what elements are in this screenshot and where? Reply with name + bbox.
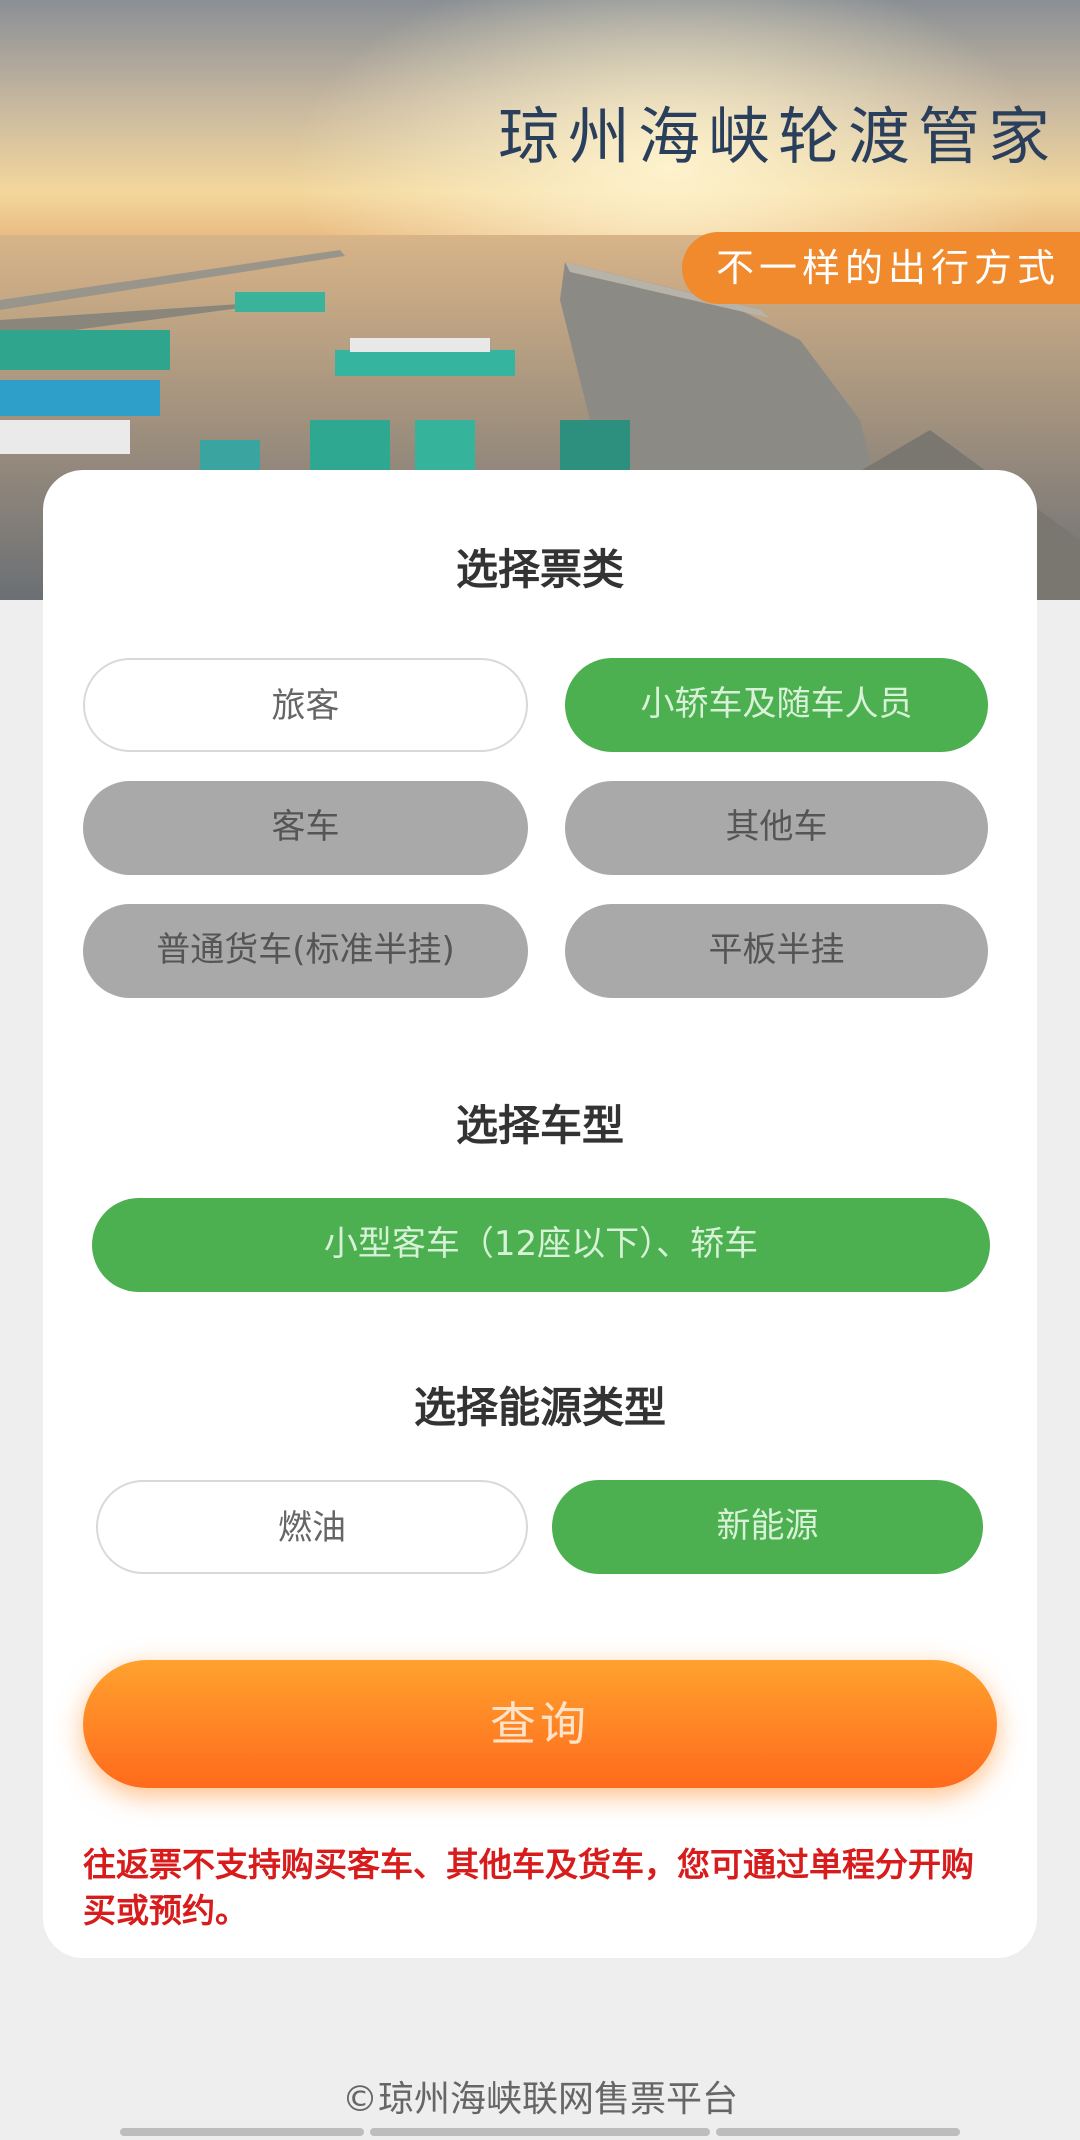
booking-card: 选择票类 旅客 小轿车及随车人员 客车 其他车 普通货车(标准半挂) 平板半挂 … (43, 470, 1037, 1958)
ticket-option-other-vehicle[interactable]: 其他车 (565, 781, 988, 875)
round-trip-notice: 往返票不支持购买客车、其他车及货车，您可通过单程分开购买或预约。 (83, 1845, 974, 1930)
query-button[interactable]: 查询 (83, 1660, 997, 1788)
ticket-type-title: 选择票类 (455, 545, 624, 594)
slogan-badge: 不一样的出行方式 (681, 232, 1080, 304)
bottom-nav-indicator-center (370, 2128, 710, 2136)
bottom-nav-indicator-left (120, 2128, 364, 2136)
energy-option-new-energy[interactable]: 新能源 (552, 1480, 983, 1574)
ticket-option-bus[interactable]: 客车 (83, 781, 528, 875)
ticket-option-truck[interactable]: 普通货车(标准半挂) (83, 904, 528, 998)
energy-option-fuel[interactable]: 燃油 (96, 1480, 528, 1574)
ticket-option-passenger[interactable]: 旅客 (83, 658, 528, 752)
energy-type-title: 选择能源类型 (413, 1383, 666, 1432)
app-title: 琼州海峡轮渡管家 (497, 100, 1058, 173)
ticket-option-flatbed-trailer[interactable]: 平板半挂 (565, 904, 988, 998)
vehicle-type-title: 选择车型 (455, 1101, 624, 1150)
vehicle-type-selector[interactable]: 小型客车（12座以下）、轿车 (92, 1198, 990, 1292)
ticket-option-car-with-passengers[interactable]: 小轿车及随车人员 (565, 658, 988, 752)
footer-copyright: ©琼州海峡联网售票平台 (341, 2079, 738, 2120)
bottom-nav-indicator-right (716, 2128, 960, 2136)
